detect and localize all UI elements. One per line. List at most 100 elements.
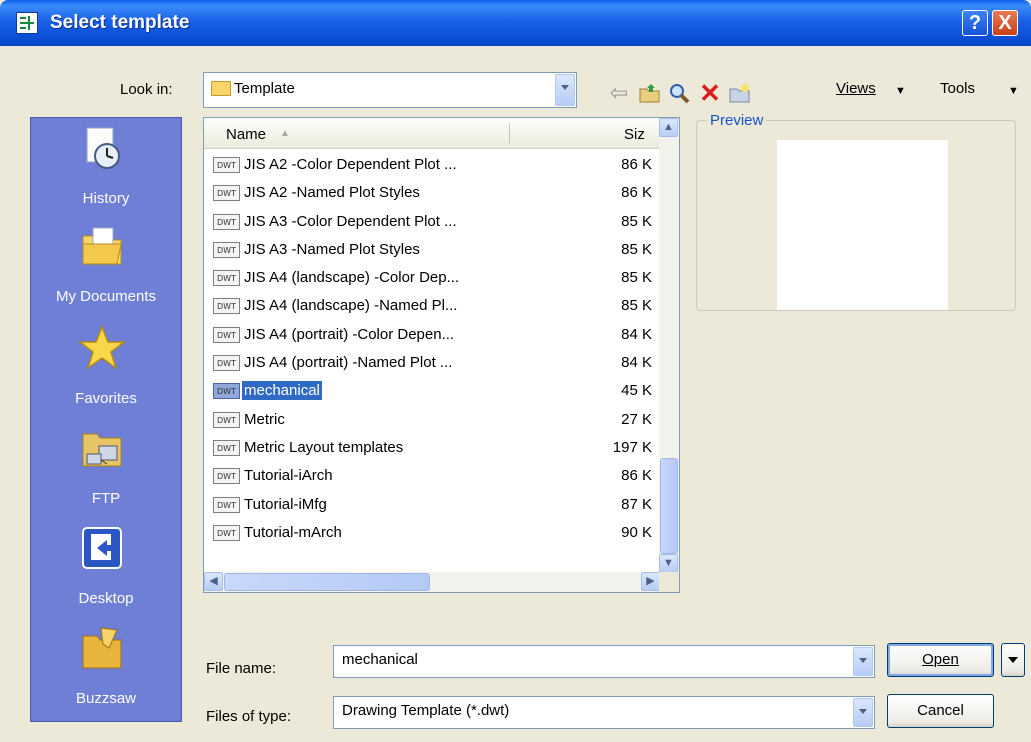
star-icon xyxy=(77,324,127,372)
file-list[interactable]: Name ▲ Siz DWT JIS A2 -Color Dependent Pl… xyxy=(203,117,680,593)
file-name: JIS A4 (landscape) -Named Pl... xyxy=(244,297,458,315)
close-button[interactable]: X xyxy=(992,10,1018,36)
size-column-header[interactable]: Siz xyxy=(624,126,645,143)
file-name-value: mechanical xyxy=(342,651,418,668)
place-my-documents[interactable]: My Documents xyxy=(31,216,181,312)
back-arrow-icon[interactable]: ⇦ xyxy=(606,81,632,105)
dwt-file-icon: DWT xyxy=(213,496,240,513)
place-label: FTP xyxy=(91,490,121,507)
place-label: My Documents xyxy=(55,288,157,305)
file-size: 86 K xyxy=(621,184,652,202)
delete-icon[interactable]: ✕ xyxy=(697,80,723,106)
cancel-button[interactable]: Cancel xyxy=(887,694,994,728)
file-row[interactable]: DWT Metric Layout templates 197 K xyxy=(204,433,660,461)
file-name: JIS A3 -Named Plot Styles xyxy=(244,240,420,258)
place-label: History xyxy=(82,190,130,207)
file-size: 87 K xyxy=(621,495,652,513)
file-row[interactable]: DWT JIS A2 -Named Plot Styles 86 K xyxy=(204,178,660,206)
desktop-icon xyxy=(77,524,127,572)
file-name: Metric xyxy=(244,410,285,428)
help-button[interactable]: ? xyxy=(962,10,988,36)
file-row[interactable]: DWT JIS A4 (portrait) -Color Depen... 84 K xyxy=(204,320,660,348)
file-row[interactable]: DWT JIS A4 (portrait) -Named Plot ... 84 K xyxy=(204,348,660,376)
scrollbar-corner xyxy=(659,572,679,592)
file-row-selected[interactable]: DWT mechanical 45 K xyxy=(204,376,660,404)
file-name-label: File name: xyxy=(206,660,277,677)
window-title: Select template xyxy=(50,12,190,33)
column-divider[interactable] xyxy=(509,123,510,143)
my-documents-icon xyxy=(77,222,127,270)
horizontal-scrollbar[interactable]: ◀ ▶ xyxy=(204,572,660,592)
title-bar[interactable]: Select template ? X xyxy=(0,0,1031,46)
dwt-file-icon: DWT xyxy=(213,326,240,343)
up-folder-icon[interactable] xyxy=(637,81,663,105)
tools-dropdown-icon[interactable]: ▼ xyxy=(1008,85,1019,97)
vertical-scrollbar[interactable]: ▲ ▼ xyxy=(659,118,679,573)
place-favorites[interactable]: Favorites xyxy=(31,318,181,414)
chevron-down-icon[interactable] xyxy=(555,74,575,106)
file-row[interactable]: DWT JIS A3 -Named Plot Styles 85 K xyxy=(204,235,660,263)
chevron-down-icon[interactable] xyxy=(853,647,873,676)
file-row[interactable]: DWT JIS A3 -Color Dependent Plot ... 85 K xyxy=(204,207,660,235)
files-of-type-select[interactable]: Drawing Template (*.dwt) xyxy=(333,696,875,729)
file-row[interactable]: DWT Tutorial-iArch 86 K xyxy=(204,461,660,489)
file-size: 85 K xyxy=(621,269,652,287)
chevron-down-icon[interactable] xyxy=(853,698,873,727)
horizontal-scroll-thumb[interactable] xyxy=(224,573,430,591)
views-menu[interactable]: Views xyxy=(836,80,876,97)
views-dropdown-icon[interactable]: ▼ xyxy=(895,85,906,97)
file-row[interactable]: DWT Tutorial-iMfg 87 K xyxy=(204,490,660,518)
file-name: JIS A3 -Color Dependent Plot ... xyxy=(244,212,457,230)
open-options-dropdown[interactable] xyxy=(1001,643,1025,677)
place-history[interactable]: History xyxy=(31,118,181,214)
scroll-right-icon[interactable]: ▶ xyxy=(641,572,660,591)
dwt-file-icon: DWT xyxy=(213,157,240,173)
file-row[interactable]: DWT JIS A2 -Color Dependent Plot ... 86 K xyxy=(204,150,660,178)
place-label: Buzzsaw xyxy=(75,690,137,707)
scroll-up-icon[interactable]: ▲ xyxy=(659,118,678,137)
files-of-type-value: Drawing Template (*.dwt) xyxy=(342,702,510,719)
preview-title: Preview xyxy=(707,112,767,129)
dwt-file-icon: DWT xyxy=(213,355,240,372)
place-label: Favorites xyxy=(75,390,137,407)
new-folder-icon[interactable] xyxy=(727,81,753,105)
autocad-app-icon xyxy=(16,12,38,34)
file-row[interactable]: DWT Tutorial-mArch 90 K xyxy=(204,518,660,546)
file-rows: DWT JIS A2 -Color Dependent Plot ... 86 K … xyxy=(204,150,660,546)
place-buzzsaw[interactable]: Buzzsaw xyxy=(31,618,181,714)
scroll-down-icon[interactable]: ▼ xyxy=(659,554,678,573)
cancel-label: Cancel xyxy=(917,702,964,719)
scroll-left-icon[interactable]: ◀ xyxy=(204,572,223,591)
file-name-input[interactable]: mechanical xyxy=(333,645,875,678)
look-in-combobox[interactable]: Template xyxy=(203,72,577,108)
file-name: Tutorial-iMfg xyxy=(244,495,327,513)
file-name: JIS A2 -Named Plot Styles xyxy=(244,184,420,202)
vertical-scroll-thumb[interactable] xyxy=(660,458,678,554)
file-size: 84 K xyxy=(621,325,652,343)
open-button[interactable]: Open xyxy=(887,643,994,677)
look-in-value: Template xyxy=(234,80,295,97)
file-size: 86 K xyxy=(621,467,652,485)
file-name: Tutorial-iArch xyxy=(244,467,333,485)
file-size: 86 K xyxy=(621,156,652,173)
sort-ascending-icon: ▲ xyxy=(280,128,290,139)
tools-menu[interactable]: Tools xyxy=(940,80,975,97)
place-ftp[interactable]: FTP xyxy=(31,418,181,514)
list-header: Name ▲ Siz xyxy=(204,118,660,149)
search-icon[interactable] xyxy=(667,81,693,105)
file-name: Tutorial-mArch xyxy=(244,523,342,541)
file-name: JIS A4 (portrait) -Color Depen... xyxy=(244,325,455,343)
file-row[interactable]: DWT JIS A4 (landscape) -Named Pl... 85 K xyxy=(204,291,660,319)
name-column-header[interactable]: Name xyxy=(226,126,266,143)
dwt-file-icon: DWT xyxy=(213,241,240,258)
file-size: 85 K xyxy=(621,212,652,230)
file-row[interactable]: DWT Metric 27 K xyxy=(204,405,660,433)
dwt-file-icon: DWT xyxy=(213,298,240,315)
buzzsaw-icon xyxy=(77,624,127,672)
preview-image xyxy=(777,140,948,310)
ftp-icon xyxy=(77,424,127,472)
place-desktop[interactable]: Desktop xyxy=(31,518,181,614)
dwt-file-icon: DWT xyxy=(213,411,240,428)
dwt-file-icon: DWT xyxy=(213,439,240,456)
file-row[interactable]: DWT JIS A4 (landscape) -Color Dep... 85 K xyxy=(204,263,660,291)
